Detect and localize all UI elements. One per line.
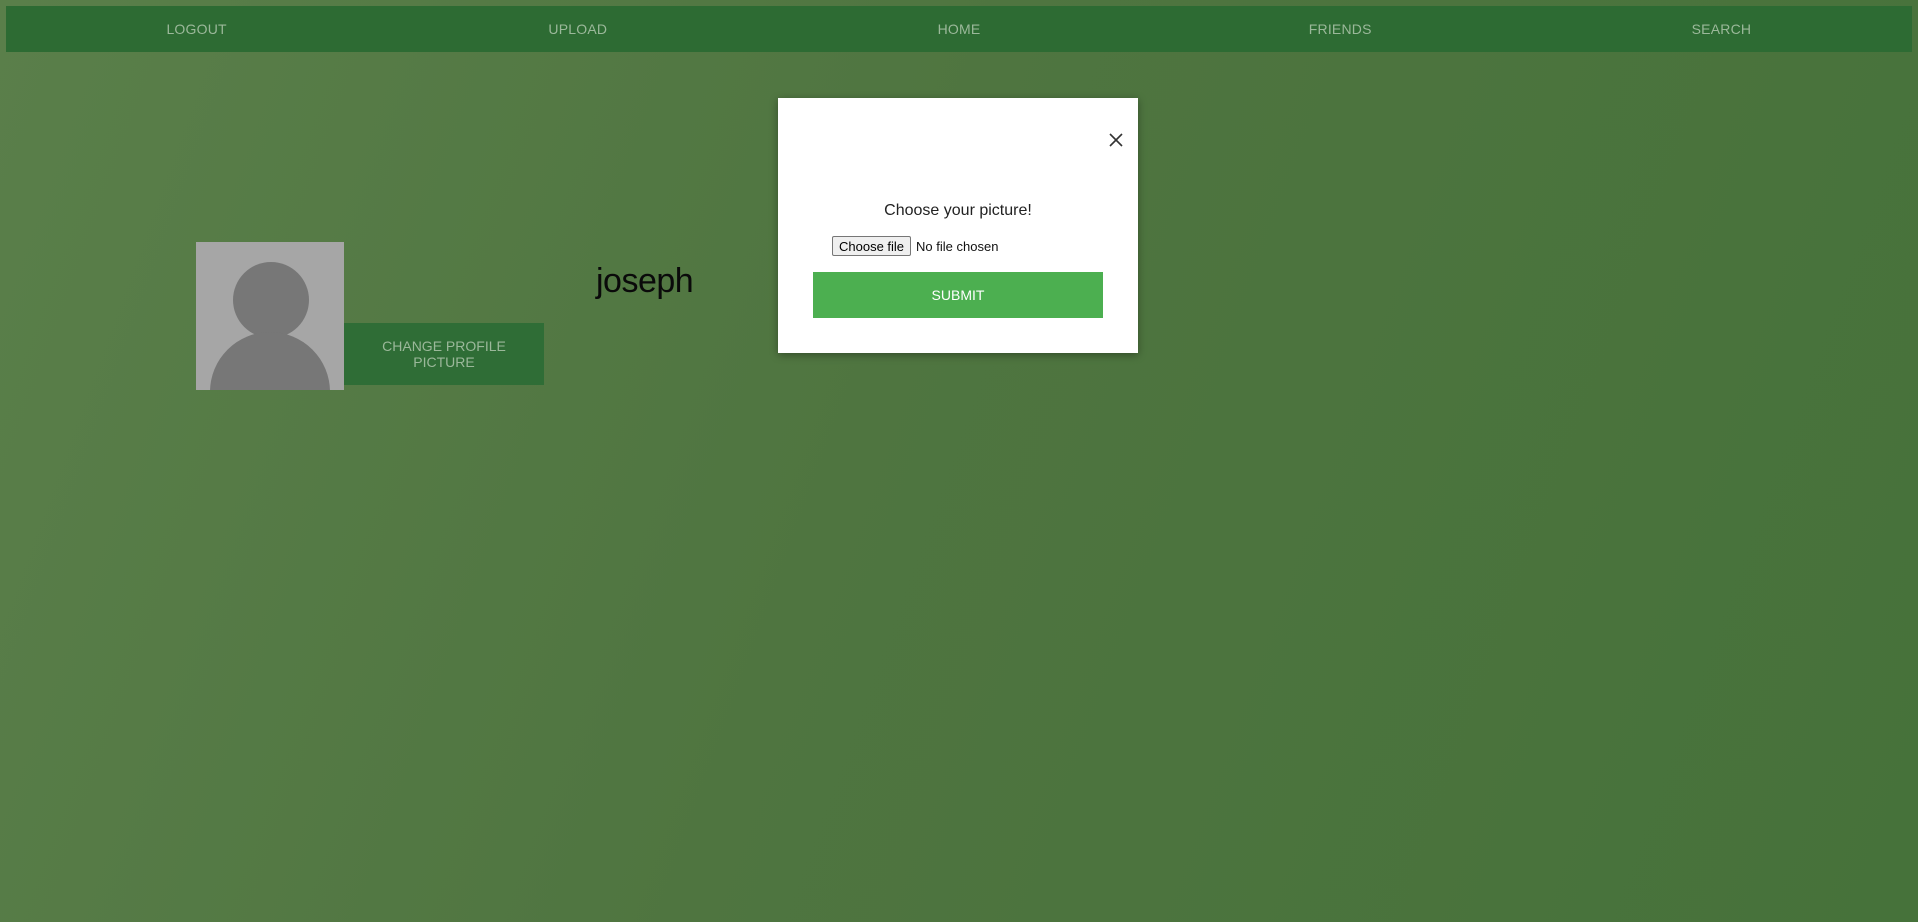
close-icon[interactable] bbox=[1108, 132, 1124, 148]
nav-upload[interactable]: UPLOAD bbox=[387, 21, 768, 37]
file-status-text: No file chosen bbox=[916, 238, 999, 254]
nav-logout[interactable]: LOGOUT bbox=[6, 21, 387, 37]
submit-button[interactable]: SUBMIT bbox=[813, 272, 1103, 318]
nav-home[interactable]: HOME bbox=[768, 21, 1149, 37]
change-profile-picture-button[interactable]: CHANGE PROFILE PICTURE bbox=[344, 323, 544, 385]
top-navbar: LOGOUT UPLOAD HOME FRIENDS SEARCH bbox=[6, 6, 1912, 52]
choose-file-button[interactable]: Choose file bbox=[832, 236, 912, 256]
nav-search[interactable]: SEARCH bbox=[1531, 21, 1912, 37]
username-heading: joseph bbox=[596, 262, 694, 300]
file-input: Choose file No file chosen bbox=[832, 236, 998, 256]
person-placeholder-icon bbox=[196, 242, 344, 390]
nav-friends[interactable]: FRIENDS bbox=[1150, 21, 1531, 37]
avatar bbox=[196, 242, 344, 390]
upload-picture-modal: Choose your picture! Choose file No file… bbox=[778, 98, 1138, 353]
modal-title: Choose your picture! bbox=[884, 202, 1032, 219]
